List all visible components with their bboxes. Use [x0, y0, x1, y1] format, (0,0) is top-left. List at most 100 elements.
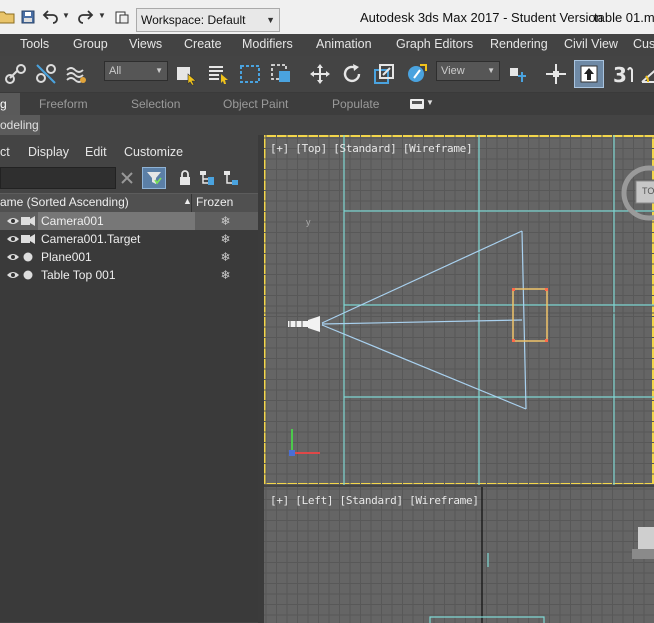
menu-civil-view[interactable]: Civil View — [564, 37, 618, 51]
ribbon-tab-modeling-label: g — [0, 97, 7, 111]
chevron-down-icon: ▼ — [426, 98, 434, 107]
select-object-icon[interactable] — [174, 62, 198, 86]
menu-group[interactable]: Group — [73, 37, 108, 51]
ribbon-tab-selection[interactable]: Selection — [131, 97, 180, 111]
chevron-down-icon: ▼ — [155, 66, 163, 75]
angle-snap-toggle-icon[interactable] — [640, 62, 654, 86]
filter-icon — [147, 172, 162, 185]
frozen-toggle-icon[interactable]: ❄ — [193, 248, 258, 266]
select-and-place-icon[interactable] — [404, 62, 428, 86]
svg-text:3: 3 — [613, 63, 627, 86]
select-and-move-icon[interactable] — [308, 62, 332, 86]
select-by-name-icon[interactable] — [206, 62, 230, 86]
undo-icon[interactable] — [42, 9, 58, 25]
viewport-grid — [264, 487, 654, 623]
selection-filter-dropdown[interactable]: All ▼ — [104, 61, 168, 81]
eye-visibility-icon[interactable] — [6, 270, 20, 280]
column-frozen-header[interactable]: Frozen — [196, 195, 233, 209]
menu-bar: Tools Group Views Create Modifiers Anima… — [0, 34, 654, 56]
3d-snaps-toggle-icon[interactable]: 3 — [612, 62, 636, 86]
selection-filter-value: All — [109, 65, 122, 77]
lock-icon[interactable] — [176, 169, 194, 187]
table-corner-marks — [512, 288, 548, 342]
select-and-link-icon[interactable] — [4, 62, 28, 86]
list-item[interactable]: Camera001 ❄ — [0, 212, 258, 230]
pivot-center-icon[interactable] — [506, 62, 530, 86]
scene-object-list: Camera001 ❄ Camera001.Target ❄ Plane001 … — [0, 212, 258, 622]
object-name: Camera001.Target — [41, 232, 141, 246]
object-name: Plane001 — [41, 250, 92, 264]
ribbon-tabs: g Freeform Selection Object Paint Popula… — [0, 93, 654, 115]
select-and-rotate-icon[interactable] — [340, 62, 364, 86]
viewcube-face-label: TO — [642, 186, 654, 196]
column-name-header[interactable]: ame (Sorted Ascending) — [0, 195, 129, 209]
project-folder-icon[interactable] — [114, 9, 130, 25]
ribbon-options-button[interactable]: ▼ — [410, 98, 436, 110]
menu-graph-editors[interactable]: Graph Editors — [396, 37, 473, 51]
explorer-menu-edit[interactable]: Edit — [85, 145, 107, 159]
unlink-selection-icon[interactable] — [34, 62, 58, 86]
eye-visibility-icon[interactable] — [6, 234, 20, 244]
menu-views[interactable]: Views — [129, 37, 162, 51]
explorer-menu-customize[interactable]: Customize — [124, 145, 183, 159]
viewport-label[interactable]: [+] [Left] [Standard] [Wireframe] — [270, 494, 479, 507]
menu-animation[interactable]: Animation — [316, 37, 372, 51]
ribbon-panel-modeling[interactable]: odeling — [0, 115, 40, 135]
viewport-label[interactable]: [+] [Top] [Standard] [Wireframe] — [270, 142, 473, 155]
menu-modifiers[interactable]: Modifiers — [242, 37, 293, 51]
frozen-toggle-icon[interactable]: ❄ — [193, 266, 258, 284]
filter-toggle-button[interactable] — [142, 167, 166, 189]
ribbon-tab-populate[interactable]: Populate — [332, 97, 379, 111]
chevron-down-icon: ▼ — [266, 15, 275, 25]
ribbon-tab-modeling[interactable]: g — [0, 93, 20, 115]
window-crossing-icon[interactable] — [270, 62, 294, 86]
select-and-scale-icon[interactable] — [372, 62, 396, 86]
ribbon-tab-object-paint[interactable]: Object Paint — [223, 97, 288, 111]
explorer-menu-display[interactable]: Display — [28, 145, 69, 159]
redo-dropdown-icon[interactable]: ▼ — [98, 11, 106, 20]
eye-visibility-icon[interactable] — [6, 252, 20, 262]
frozen-toggle-icon[interactable]: ❄ — [193, 230, 258, 248]
chevron-down-icon: ▼ — [487, 66, 495, 75]
menu-create[interactable]: Create — [184, 37, 222, 51]
viewport-grid — [264, 135, 654, 485]
find-input[interactable] — [0, 167, 116, 189]
save-icon[interactable] — [20, 9, 36, 25]
list-item[interactable]: Plane001 ❄ — [0, 248, 258, 266]
viewport-left[interactable]: [+] [Left] [Standard] [Wireframe] — [264, 487, 654, 623]
eye-visibility-icon[interactable] — [6, 216, 20, 226]
column-divider — [191, 194, 192, 212]
redo-icon[interactable] — [78, 9, 94, 25]
list-item[interactable]: Camera001.Target ❄ — [0, 230, 258, 248]
camera-icon — [21, 216, 35, 226]
menu-customize[interactable]: Cus — [633, 37, 654, 51]
bind-to-space-warp-icon[interactable] — [64, 62, 88, 86]
menu-tools[interactable]: Tools — [20, 37, 49, 51]
frozen-toggle-icon[interactable]: ❄ — [193, 212, 258, 230]
list-item[interactable]: Table Top 001 ❄ — [0, 266, 258, 284]
scene-explorer: ct Display Edit Customize ame (Sorted As… — [0, 135, 262, 623]
title-bar: ▼ ▼ Workspace: Default ▼ Autodesk 3ds Ma… — [0, 0, 654, 34]
select-and-manipulate-icon[interactable] — [544, 62, 568, 86]
reference-coordinate-dropdown[interactable]: View ▼ — [436, 61, 500, 81]
main-toolbar: All ▼ View ▼ 3 — [0, 56, 654, 93]
clear-search-icon[interactable] — [118, 169, 136, 187]
explorer-column-header: ame (Sorted Ascending) ▲ Frozen — [0, 193, 258, 213]
viewport-left-canvas — [264, 487, 654, 623]
hierarchy-icon[interactable] — [198, 169, 216, 187]
reference-coordinate-value: View — [441, 65, 465, 77]
layer-hierarchy-icon[interactable] — [222, 169, 240, 187]
explorer-menu-select[interactable]: ct — [0, 145, 10, 159]
undo-dropdown-icon[interactable]: ▼ — [62, 11, 70, 20]
ribbon-panel-label: odeling — [0, 118, 39, 132]
workspace-label: Workspace: Default — [141, 13, 246, 27]
menu-rendering[interactable]: Rendering — [490, 37, 548, 51]
rectangular-selection-region-icon[interactable] — [238, 62, 262, 86]
keyboard-shortcut-override-toggle[interactable] — [574, 60, 604, 88]
open-file-icon[interactable] — [0, 9, 16, 25]
viewport-top[interactable]: y TO [+] [Top] [Standard] [Wireframe] — [264, 135, 654, 485]
camera-object[interactable] — [288, 316, 320, 332]
workspace-selector[interactable]: Workspace: Default ▼ — [136, 8, 280, 32]
grid-axis-label: y — [306, 217, 311, 227]
ribbon-tab-freeform[interactable]: Freeform — [39, 97, 88, 111]
